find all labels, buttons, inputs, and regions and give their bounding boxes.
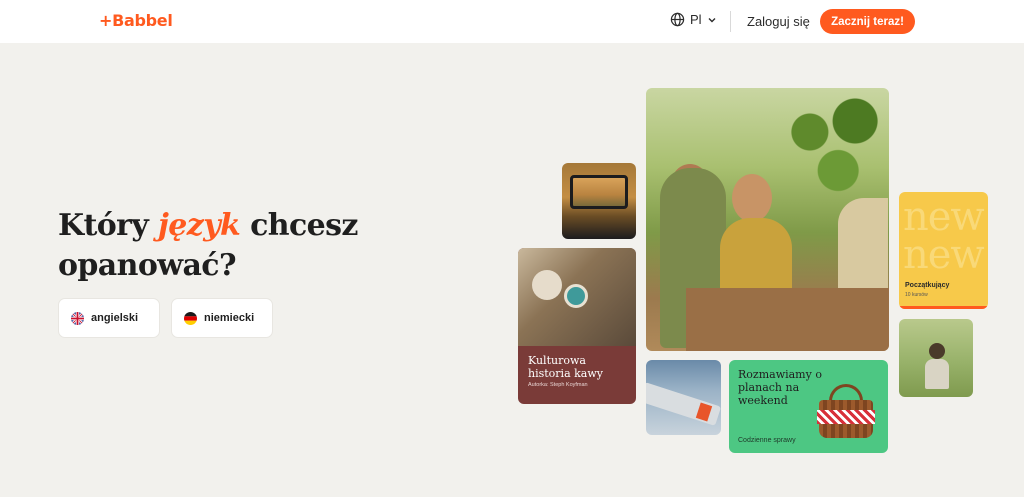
headline-accent: język bbox=[158, 208, 241, 243]
language-card-german[interactable]: niemiecki bbox=[171, 298, 273, 338]
picnic-card-title: Rozmawiamy o planach na weekend bbox=[738, 368, 822, 407]
headline-part-1: Który bbox=[58, 208, 159, 243]
level-label: Początkujący bbox=[905, 282, 950, 289]
header-divider bbox=[730, 11, 731, 32]
language-selector[interactable]: Pl bbox=[670, 12, 717, 27]
hero-headline: Który język chcesz opanować? bbox=[58, 206, 378, 286]
coffee-history-card: Kulturowa historia kawy Autorka: Steph K… bbox=[518, 248, 636, 404]
course-count: 10 kursów bbox=[905, 292, 928, 298]
language-card-english[interactable]: angielski bbox=[58, 298, 160, 338]
picnic-card-category: Codzienne sprawy bbox=[738, 437, 796, 444]
chevron-down-icon bbox=[707, 15, 717, 25]
language-label: niemiecki bbox=[204, 312, 255, 324]
car-window-photo bbox=[562, 163, 636, 239]
globe-icon bbox=[670, 12, 685, 27]
beginner-level-card: new new Początkujący 10 kursów bbox=[899, 192, 988, 309]
man-in-field-photo bbox=[899, 319, 973, 397]
uk-flag-icon bbox=[71, 311, 84, 325]
babbel-logo[interactable]: +Babbel bbox=[99, 11, 173, 30]
card-background-word: new bbox=[903, 232, 985, 278]
germany-flag-icon bbox=[184, 311, 197, 325]
airplane-wing-photo bbox=[646, 360, 721, 435]
coffee-card-title: Kulturowa historia kawy bbox=[528, 354, 603, 380]
weekend-plans-card: Rozmawiamy o planach na weekend Codzienn… bbox=[729, 360, 888, 453]
language-label: angielski bbox=[91, 312, 139, 324]
level-progress-bar bbox=[899, 306, 988, 309]
start-now-button[interactable]: Zacznij teraz! bbox=[820, 9, 915, 34]
coffee-table-photo bbox=[518, 248, 636, 346]
friends-toasting-photo bbox=[646, 88, 889, 351]
top-bar: +Babbel Pl Zaloguj się Zacznij teraz! bbox=[0, 0, 1024, 43]
language-code: Pl bbox=[690, 12, 702, 27]
login-link[interactable]: Zaloguj się bbox=[747, 14, 810, 29]
coffee-card-author: Autorka: Steph Koyfman bbox=[528, 382, 588, 388]
